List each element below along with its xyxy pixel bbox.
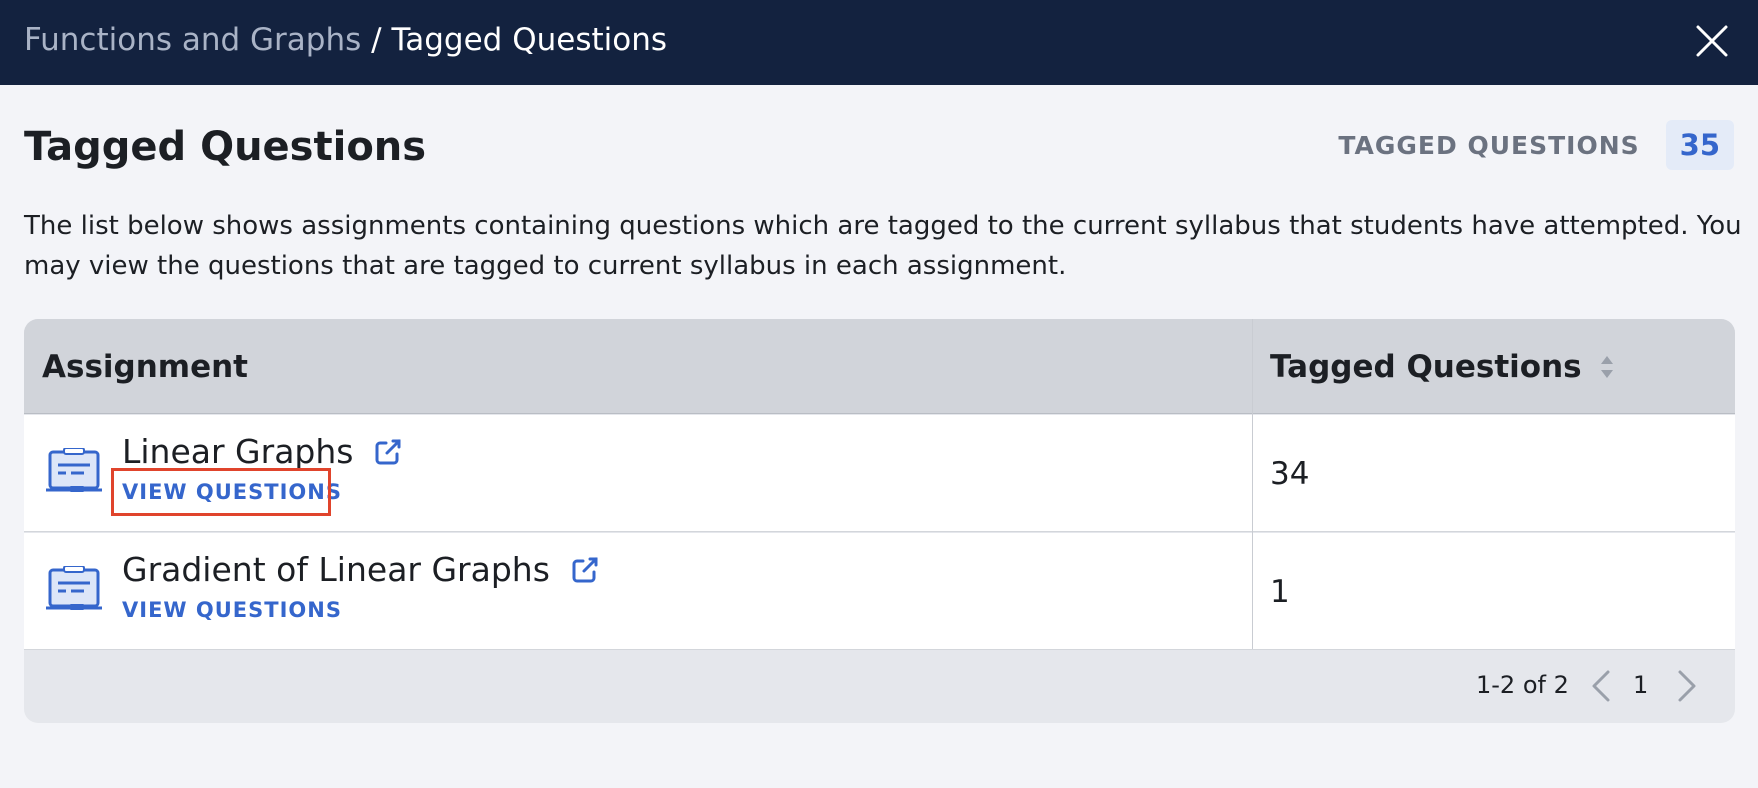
assignment-cell: Gradient of Linear Graphs VIEW QUESTIONS [24,533,1252,650]
assignment-cell: Linear Graphs VIEW QUESTIONS [24,415,1252,532]
next-page-button[interactable] [1676,669,1698,707]
assignment-icon [44,447,104,500]
assignment-name: Linear Graphs [122,432,354,471]
column-header-tagged-questions[interactable]: Tagged Questions [1270,319,1614,414]
assignment-name-link[interactable]: Gradient of Linear Graphs [122,549,600,591]
breadcrumb-parent[interactable]: Functions and Graphs [24,22,361,58]
external-link-icon[interactable] [570,555,600,585]
current-page[interactable]: 1 [1633,671,1648,699]
breadcrumb: Functions and Graphs / Tagged Questions [24,20,667,60]
close-button[interactable] [1690,19,1734,63]
assignments-table: Assignment Tagged Questions Linear Graph… [24,319,1735,723]
breadcrumb-current: Tagged Questions [391,22,668,58]
pagination: 1-2 of 2 1 [24,649,1735,723]
assignment-name: Gradient of Linear Graphs [122,550,550,589]
chevron-right-icon [1678,670,1696,702]
view-questions-button[interactable]: VIEW QUESTIONS [122,596,342,624]
counter-label: TAGGED QUESTIONS [1338,130,1640,160]
pagination-range: 1-2 of 2 [1476,671,1569,699]
tagged-count: 34 [1270,455,1310,492]
column-divider [1252,319,1253,649]
close-icon [1696,25,1728,57]
page-description: The list below shows assignments contain… [24,211,1742,281]
column-header-assignment: Assignment [42,348,248,385]
breadcrumb-separator: / [371,22,382,58]
tagged-questions-counter: TAGGED QUESTIONS 35 [1338,120,1734,170]
chevron-left-icon [1592,670,1610,702]
external-link-icon[interactable] [373,437,403,467]
table-header: Assignment Tagged Questions [24,319,1735,414]
top-bar: Functions and Graphs / Tagged Questions [0,0,1758,85]
sort-icon[interactable] [1600,354,1614,380]
view-questions-button[interactable]: VIEW QUESTIONS [122,478,342,506]
tagged-count: 1 [1270,573,1290,610]
page-title: Tagged Questions [24,124,427,170]
column-header-tagged-label: Tagged Questions [1270,348,1582,385]
counter-badge: 35 [1665,120,1734,170]
table-row: Gradient of Linear Graphs VIEW QUESTIONS… [24,533,1735,650]
assignment-icon [44,565,104,618]
table-row: Linear Graphs VIEW QUESTIONS 34 [24,415,1735,532]
assignment-name-link[interactable]: Linear Graphs [122,431,403,473]
previous-page-button[interactable] [1590,669,1612,707]
